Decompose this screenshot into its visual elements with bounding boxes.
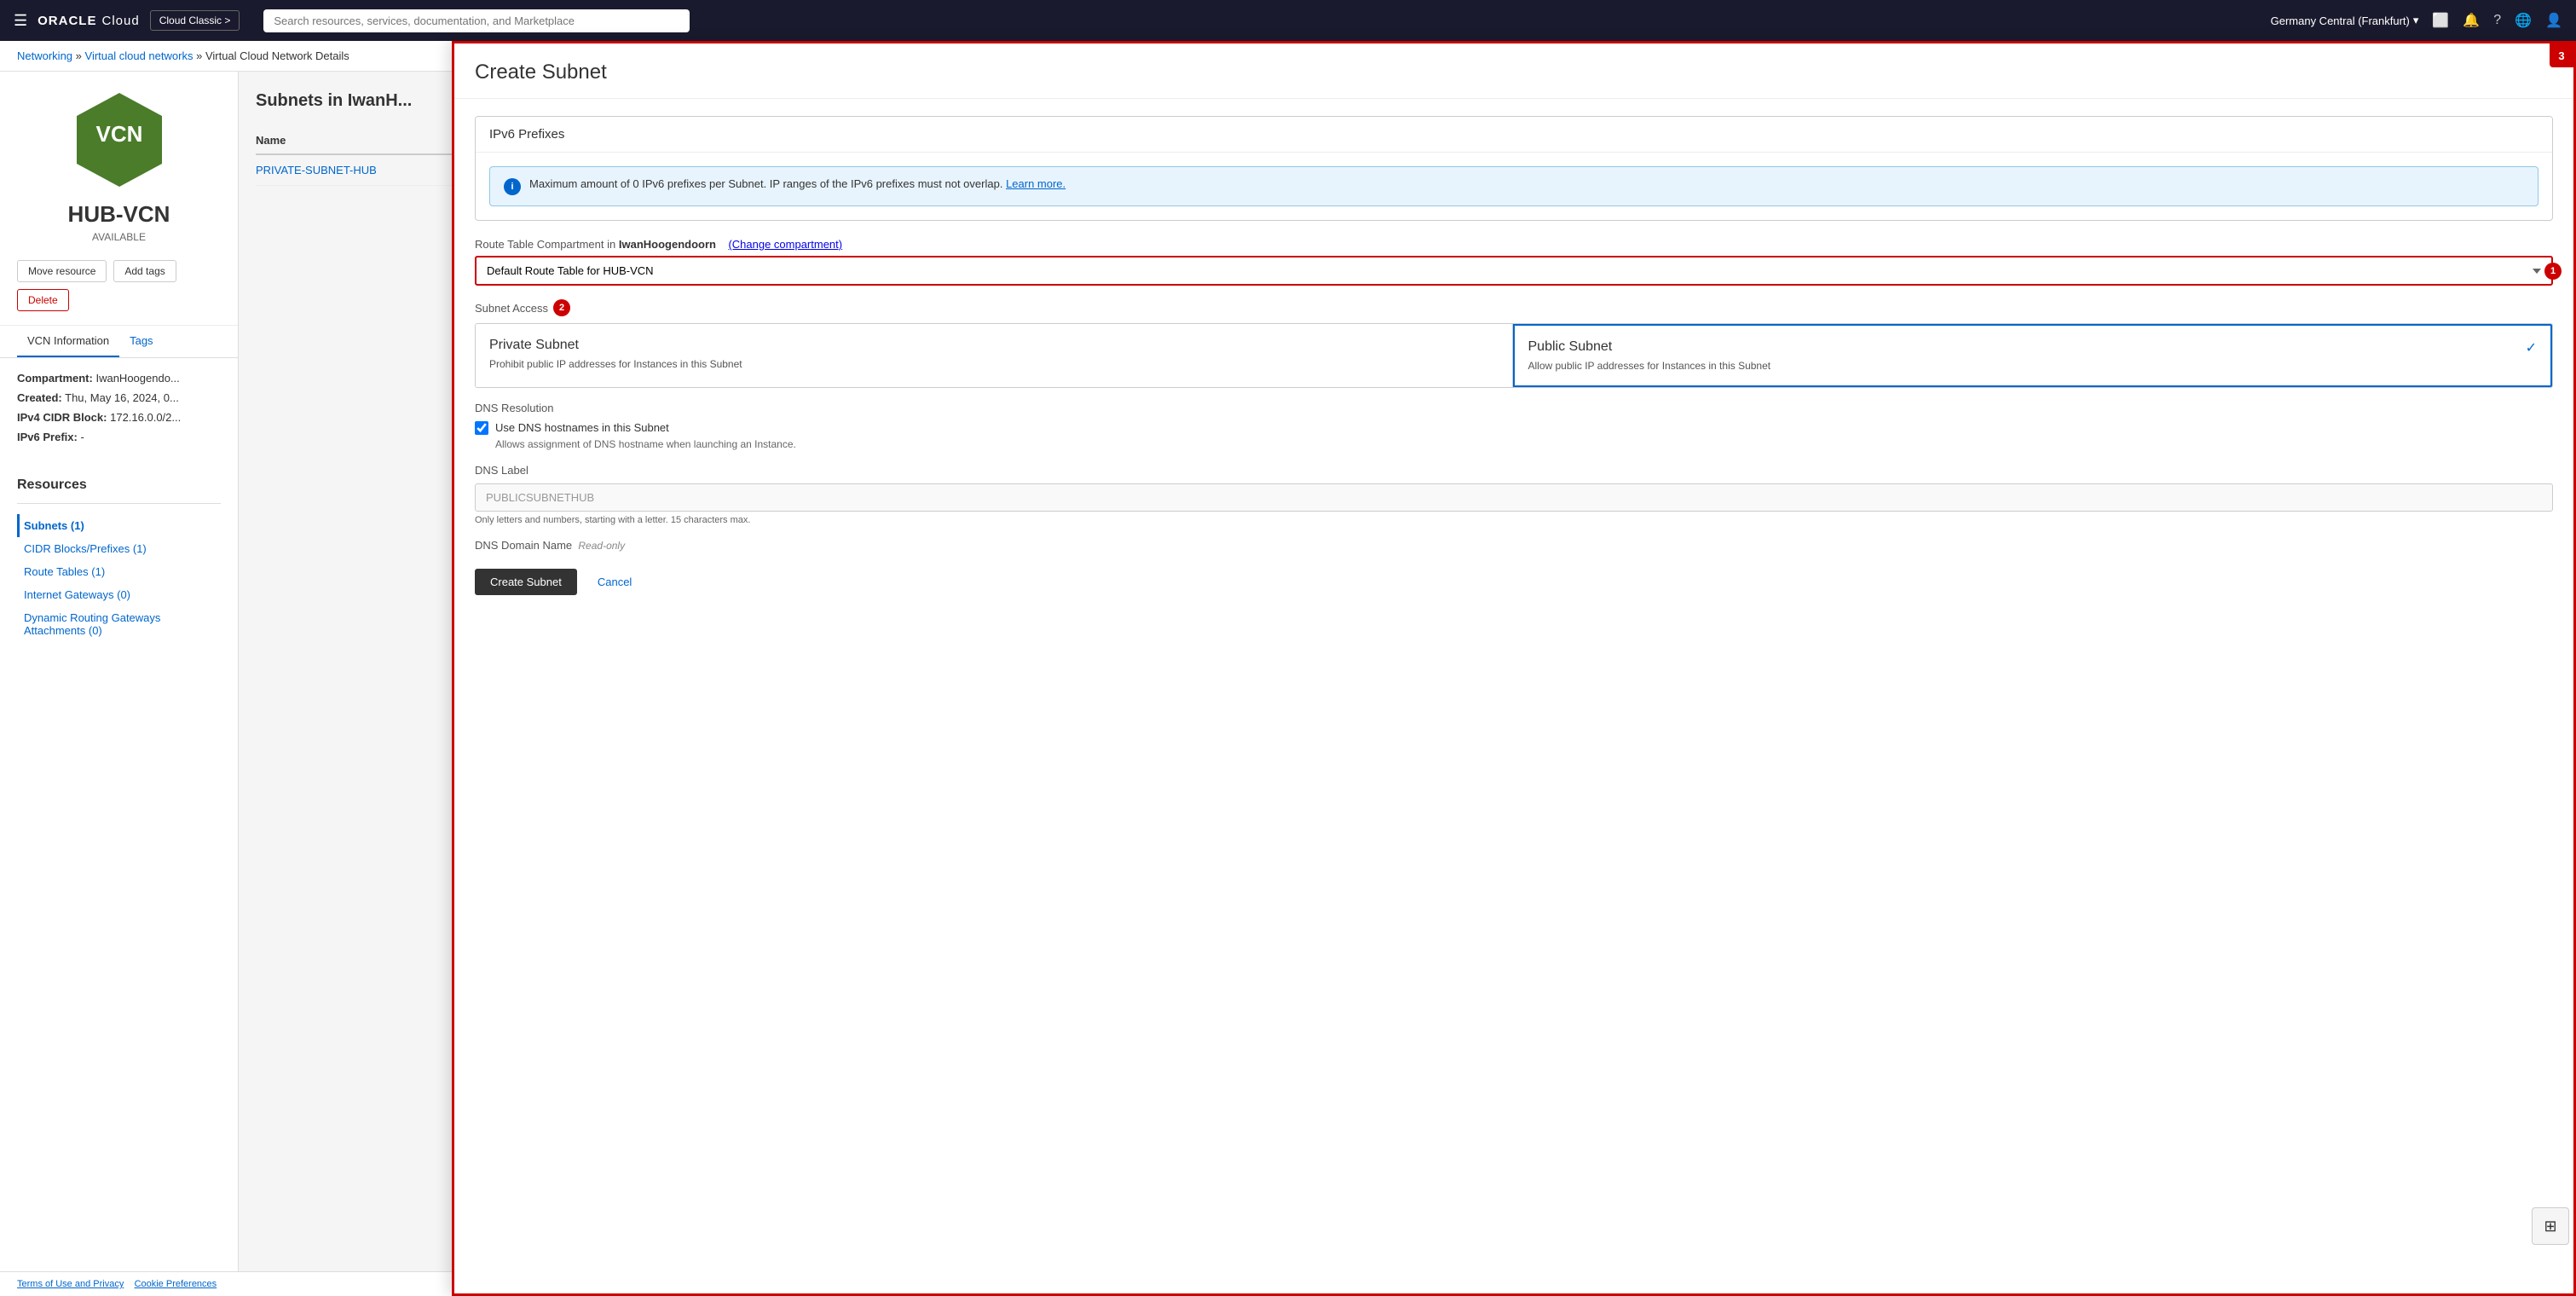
- ipv6-row: IPv6 Prefix: -: [17, 431, 221, 443]
- menu-icon[interactable]: ☰: [14, 12, 27, 30]
- create-subnet-panel: 3 Create Subnet IPv6 Prefixes i Maximum …: [452, 41, 2576, 1296]
- help-icon[interactable]: ?: [2493, 13, 2501, 28]
- subnets-title: Subnets in IwanH...: [256, 91, 412, 111]
- public-subnet-option[interactable]: ✓ Public Subnet Allow public IP addresse…: [1513, 324, 2553, 387]
- dns-domain-label: DNS Domain Name Read-only: [475, 539, 2553, 552]
- breadcrumb-detail: Virtual Cloud Network Details: [205, 49, 349, 62]
- private-subnet-desc: Prohibit public IP addresses for Instanc…: [489, 358, 1499, 370]
- public-subnet-title: Public Subnet: [1528, 339, 2538, 355]
- dns-resolution-label: DNS Resolution: [475, 402, 2553, 414]
- dns-label-section: DNS Label Only letters and numbers, star…: [475, 464, 2553, 525]
- vcn-tabs: VCN Information Tags: [0, 326, 238, 358]
- dns-hostname-checkbox[interactable]: [475, 421, 488, 435]
- svg-text:VCN: VCN: [95, 121, 142, 147]
- route-table-select[interactable]: Default Route Table for HUB-VCN: [475, 256, 2553, 286]
- cancel-button[interactable]: Cancel: [587, 569, 642, 595]
- footer-left: Terms of Use and Privacy Cookie Preferen…: [17, 1279, 217, 1289]
- vcn-header: VCN HUB-VCN AVAILABLE: [0, 72, 238, 260]
- subnet-access-section: Subnet Access 2 Private Subnet Prohibit …: [475, 299, 2553, 388]
- private-subnet-option[interactable]: Private Subnet Prohibit public IP addres…: [476, 324, 1513, 387]
- dns-label-title: DNS Label: [475, 464, 2553, 477]
- compartment-row: Compartment: IwanHoogendo...: [17, 372, 221, 385]
- top-navigation: ☰ ORACLE Cloud Cloud Classic > Germany C…: [0, 0, 2576, 41]
- breadcrumb-vcn[interactable]: Virtual cloud networks: [85, 49, 193, 62]
- vcn-info: Compartment: IwanHoogendo... Created: Th…: [0, 358, 238, 464]
- terms-link[interactable]: Terms of Use and Privacy: [17, 1279, 124, 1289]
- dns-checkbox-row: Use DNS hostnames in this Subnet: [475, 421, 2553, 435]
- route-table-section: Route Table Compartment in IwanHoogendoo…: [475, 238, 2553, 286]
- breadcrumb-networking[interactable]: Networking: [17, 49, 72, 62]
- help-float-button[interactable]: ⊞: [2532, 1207, 2569, 1245]
- vcn-name: HUB-VCN: [17, 201, 221, 228]
- subnet-access-options: Private Subnet Prohibit public IP addres…: [475, 323, 2553, 388]
- private-subnet-title: Private Subnet: [489, 338, 1499, 353]
- ipv4-row: IPv4 CIDR Block: 172.16.0.0/2...: [17, 411, 221, 424]
- created-row: Created: Thu, May 16, 2024, 0...: [17, 391, 221, 404]
- nav-right: Germany Central (Frankfurt) ▾ ⬜ 🔔 ? 🌐 👤: [2271, 12, 2562, 29]
- ipv6-info-banner: i Maximum amount of 0 IPv6 prefixes per …: [489, 166, 2538, 206]
- left-sidebar: VCN HUB-VCN AVAILABLE Move resource Add …: [0, 72, 239, 1295]
- tab-tags[interactable]: Tags: [119, 326, 163, 357]
- ipv6-section: IPv6 Prefixes i Maximum amount of 0 IPv6…: [475, 116, 2553, 221]
- route-table-badge: 1: [2544, 263, 2562, 280]
- delete-button[interactable]: Delete: [17, 289, 69, 311]
- subnet-access-badge: 2: [553, 299, 570, 316]
- dns-label-hint: Only letters and numbers, starting with …: [475, 515, 2553, 525]
- public-subnet-desc: Allow public IP addresses for Instances …: [1528, 360, 2538, 372]
- ipv6-section-body: i Maximum amount of 0 IPv6 prefixes per …: [476, 153, 2552, 220]
- panel-title: Create Subnet: [454, 43, 2573, 99]
- dns-domain-section: DNS Domain Name Read-only: [475, 539, 2553, 552]
- resource-route-tables[interactable]: Route Tables (1): [17, 560, 221, 583]
- subnet-access-label: Subnet Access 2: [475, 299, 2553, 316]
- dns-checkbox-desc: Allows assignment of DNS hostname when l…: [495, 438, 2553, 450]
- region-selector[interactable]: Germany Central (Frankfurt) ▾: [2271, 14, 2419, 27]
- corner-badge-3: 3: [2550, 43, 2573, 67]
- move-resource-button[interactable]: Move resource: [17, 260, 107, 282]
- vcn-actions: Move resource Add tags Delete: [0, 260, 238, 326]
- resource-cidr[interactable]: CIDR Blocks/Prefixes (1): [17, 537, 221, 560]
- cloud-classic-button[interactable]: Cloud Classic >: [150, 10, 240, 31]
- tab-vcn-information[interactable]: VCN Information: [17, 326, 119, 357]
- dns-label-input[interactable]: [475, 483, 2553, 512]
- breadcrumb-sep2: »: [196, 49, 202, 62]
- route-table-select-wrapper: Default Route Table for HUB-VCN 1: [475, 256, 2553, 286]
- resources-section: Resources Subnets (1) CIDR Blocks/Prefix…: [0, 464, 238, 642]
- breadcrumb-sep1: »: [76, 49, 82, 62]
- learn-more-link[interactable]: Learn more.: [1006, 177, 1066, 190]
- resource-subnets[interactable]: Subnets (1): [17, 514, 221, 537]
- add-tags-button[interactable]: Add tags: [113, 260, 176, 282]
- oracle-logo: ORACLE Cloud: [38, 14, 140, 28]
- ipv6-section-header: IPv6 Prefixes: [476, 117, 2552, 153]
- info-icon: i: [504, 178, 521, 195]
- subnet-link[interactable]: PRIVATE-SUBNET-HUB: [256, 164, 377, 176]
- resource-internet-gateways[interactable]: Internet Gateways (0): [17, 583, 221, 606]
- read-only-tag: Read-only: [578, 540, 625, 552]
- cookie-link[interactable]: Cookie Preferences: [135, 1279, 217, 1289]
- global-search-input[interactable]: [263, 9, 690, 32]
- resource-drg[interactable]: Dynamic Routing GatewaysAttachments (0): [17, 606, 221, 642]
- change-compartment-link[interactable]: (Change compartment): [728, 238, 842, 251]
- terminal-icon[interactable]: ⬜: [2432, 12, 2449, 29]
- vcn-hex-logo: VCN: [68, 89, 170, 191]
- ipv6-banner-text: Maximum amount of 0 IPv6 prefixes per Su…: [529, 177, 1066, 190]
- vcn-status: AVAILABLE: [17, 231, 221, 243]
- create-subnet-submit-button[interactable]: Create Subnet: [475, 569, 577, 595]
- panel-body: IPv6 Prefixes i Maximum amount of 0 IPv6…: [454, 99, 2573, 638]
- action-buttons: Create Subnet Cancel: [475, 569, 2553, 621]
- subnet-check-icon: ✓: [2526, 339, 2537, 356]
- globe-icon[interactable]: 🌐: [2515, 12, 2532, 29]
- dns-resolution-section: DNS Resolution Use DNS hostnames in this…: [475, 402, 2553, 450]
- route-table-label: Route Table Compartment in IwanHoogendoo…: [475, 238, 2553, 251]
- resources-title: Resources: [17, 477, 221, 493]
- user-icon[interactable]: 👤: [2545, 12, 2562, 29]
- bell-icon[interactable]: 🔔: [2463, 12, 2480, 29]
- help-float-icon: ⊞: [2544, 1218, 2556, 1235]
- dns-checkbox-label: Use DNS hostnames in this Subnet: [495, 421, 669, 434]
